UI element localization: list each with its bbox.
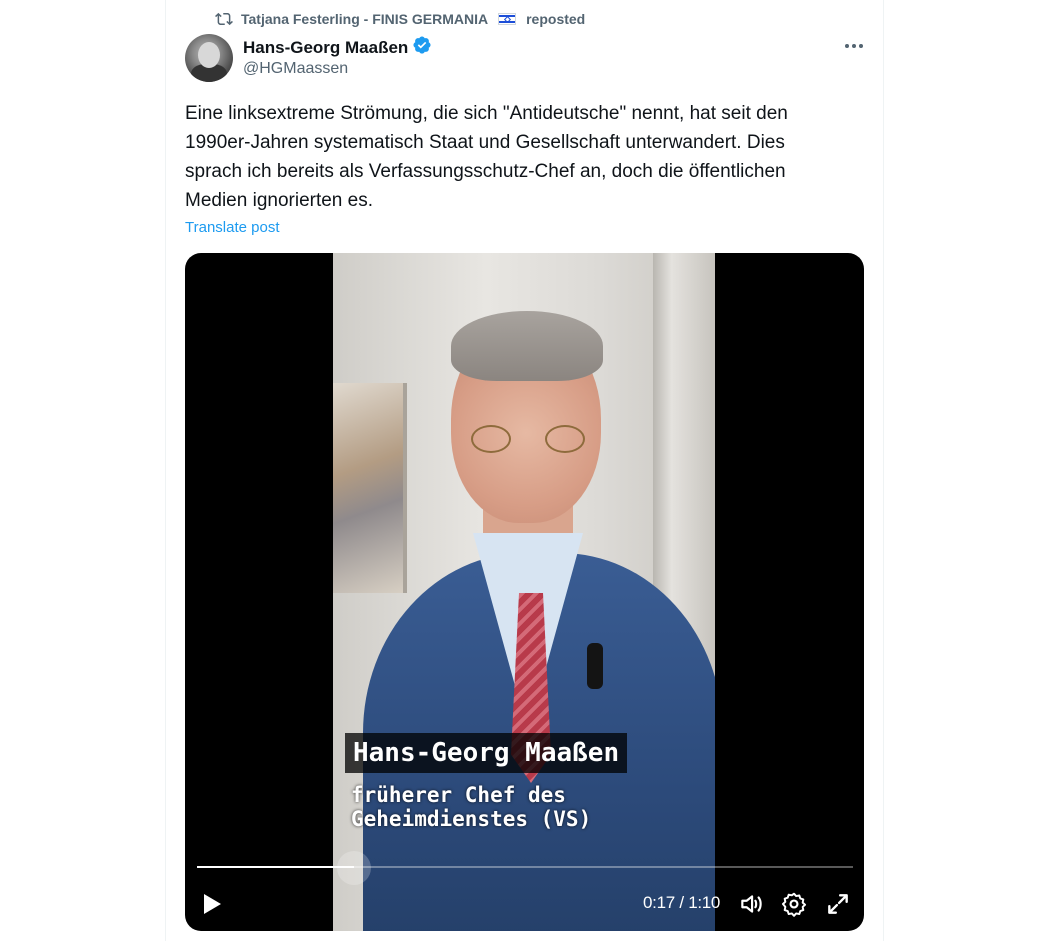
- video-progress-bar[interactable]: [197, 866, 853, 868]
- translate-post-link[interactable]: Translate post: [185, 219, 280, 236]
- post-text: Eine linksextreme Strömung, die sich "An…: [185, 103, 788, 211]
- video-caption-subtitle: früherer Chef des Geheimdienstes (VS): [351, 783, 591, 831]
- video-caption-line-1: früherer Chef des: [351, 783, 566, 807]
- video-time-separator: /: [679, 893, 684, 912]
- avatar[interactable]: [185, 34, 233, 82]
- fullscreen-icon[interactable]: [825, 891, 851, 917]
- author-display-name[interactable]: Hans-Georg Maaßen: [243, 38, 408, 58]
- video-duration: 1:10: [688, 893, 721, 912]
- settings-icon[interactable]: [781, 891, 807, 917]
- video-caption-line-2: Geheimdienstes (VS): [351, 807, 592, 831]
- more-options-button[interactable]: [840, 32, 868, 60]
- video-current-time: 0:17: [643, 893, 675, 912]
- play-button[interactable]: [199, 889, 225, 919]
- verified-badge-icon[interactable]: [412, 35, 432, 60]
- repost-suffix: reposted: [526, 11, 586, 27]
- author-handle[interactable]: @HGMaassen: [243, 60, 348, 78]
- flag-emoji-icon: [498, 13, 517, 25]
- video-player[interactable]: Hans-Georg Maaßen früherer Chef des Gehe…: [185, 253, 864, 931]
- repost-indicator[interactable]: Tatjana Festerling - FINIS GERMANIA repo…: [215, 9, 585, 29]
- video-time: 0:17 / 1:10: [643, 893, 720, 913]
- more-icon: [845, 44, 849, 48]
- repost-user[interactable]: Tatjana Festerling - FINIS GERMANIA: [241, 11, 488, 27]
- video-scrub-handle[interactable]: [337, 851, 372, 885]
- video-caption-name: Hans-Georg Maaßen: [345, 733, 628, 773]
- volume-icon[interactable]: [738, 891, 764, 917]
- video-progress-fill: [197, 866, 355, 868]
- repost-icon: [215, 10, 233, 28]
- play-icon: [203, 894, 221, 914]
